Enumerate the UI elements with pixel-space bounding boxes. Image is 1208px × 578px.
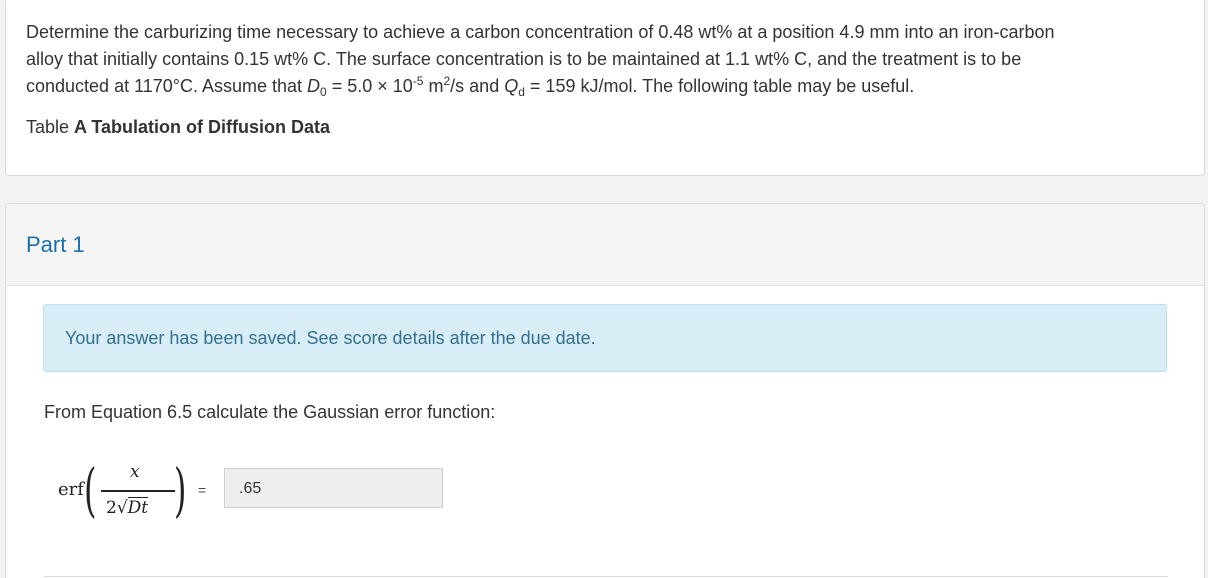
- radical-sign: √: [116, 498, 128, 518]
- question-card: Determine the carburizing time necessary…: [5, 0, 1205, 176]
- question-line-1: Determine the carburizing time necessary…: [26, 22, 1055, 42]
- q-subscript: d: [518, 85, 525, 99]
- erf-label: erf: [58, 479, 84, 500]
- d-symbol: D: [307, 76, 321, 96]
- part-header: Part 1: [6, 204, 1204, 286]
- divider: [44, 576, 1168, 577]
- answer-input[interactable]: .65: [224, 468, 443, 508]
- question-line-3-b: = 5.0 × 10: [326, 76, 413, 96]
- question-line-3: conducted at 1170°C. Assume that D0 = 5.…: [26, 73, 1186, 100]
- question-line-2: alloy that initially contains 0.15 wt% C…: [26, 49, 1022, 69]
- part-title: Part 1: [26, 232, 85, 257]
- radicand: Dt: [127, 497, 149, 518]
- table-reference: Table A Tabulation of Diffusion Data: [26, 115, 330, 139]
- exponent: -5: [412, 74, 424, 88]
- left-paren: (: [84, 456, 97, 524]
- question-line-3-e: = 159 kJ/mol. The following table may be…: [524, 76, 915, 96]
- q-symbol: Q: [504, 76, 519, 96]
- table-prefix: Table: [26, 117, 75, 137]
- question-line-3-c: m: [423, 76, 444, 96]
- instruction-text: From Equation 6.5 calculate the Gaussian…: [44, 402, 496, 422]
- question-line-3-a: conducted at 1170°C. Assume that: [26, 76, 308, 96]
- equals-sign: =: [198, 482, 207, 498]
- saved-alert: Your answer has been saved. See score de…: [43, 304, 1167, 372]
- d-subscript: 0: [320, 85, 327, 99]
- saved-alert-text: Your answer has been saved. See score de…: [65, 328, 596, 348]
- erf-formula: erf ( x 2√Dt ) =: [56, 454, 206, 534]
- fraction-bar: [101, 490, 175, 492]
- part-card: Part 1 Your answer has been saved. See s…: [5, 203, 1205, 578]
- question-text: Determine the carburizing time necessary…: [26, 19, 1186, 100]
- formula-denominator: 2√Dt: [106, 497, 149, 518]
- question-line-3-d: /s and: [450, 76, 505, 96]
- formula-numerator: x: [130, 462, 140, 482]
- right-paren: ): [174, 456, 187, 524]
- table-link[interactable]: A Tabulation of Diffusion Data: [74, 117, 330, 137]
- denominator-coefficient: 2: [106, 498, 117, 518]
